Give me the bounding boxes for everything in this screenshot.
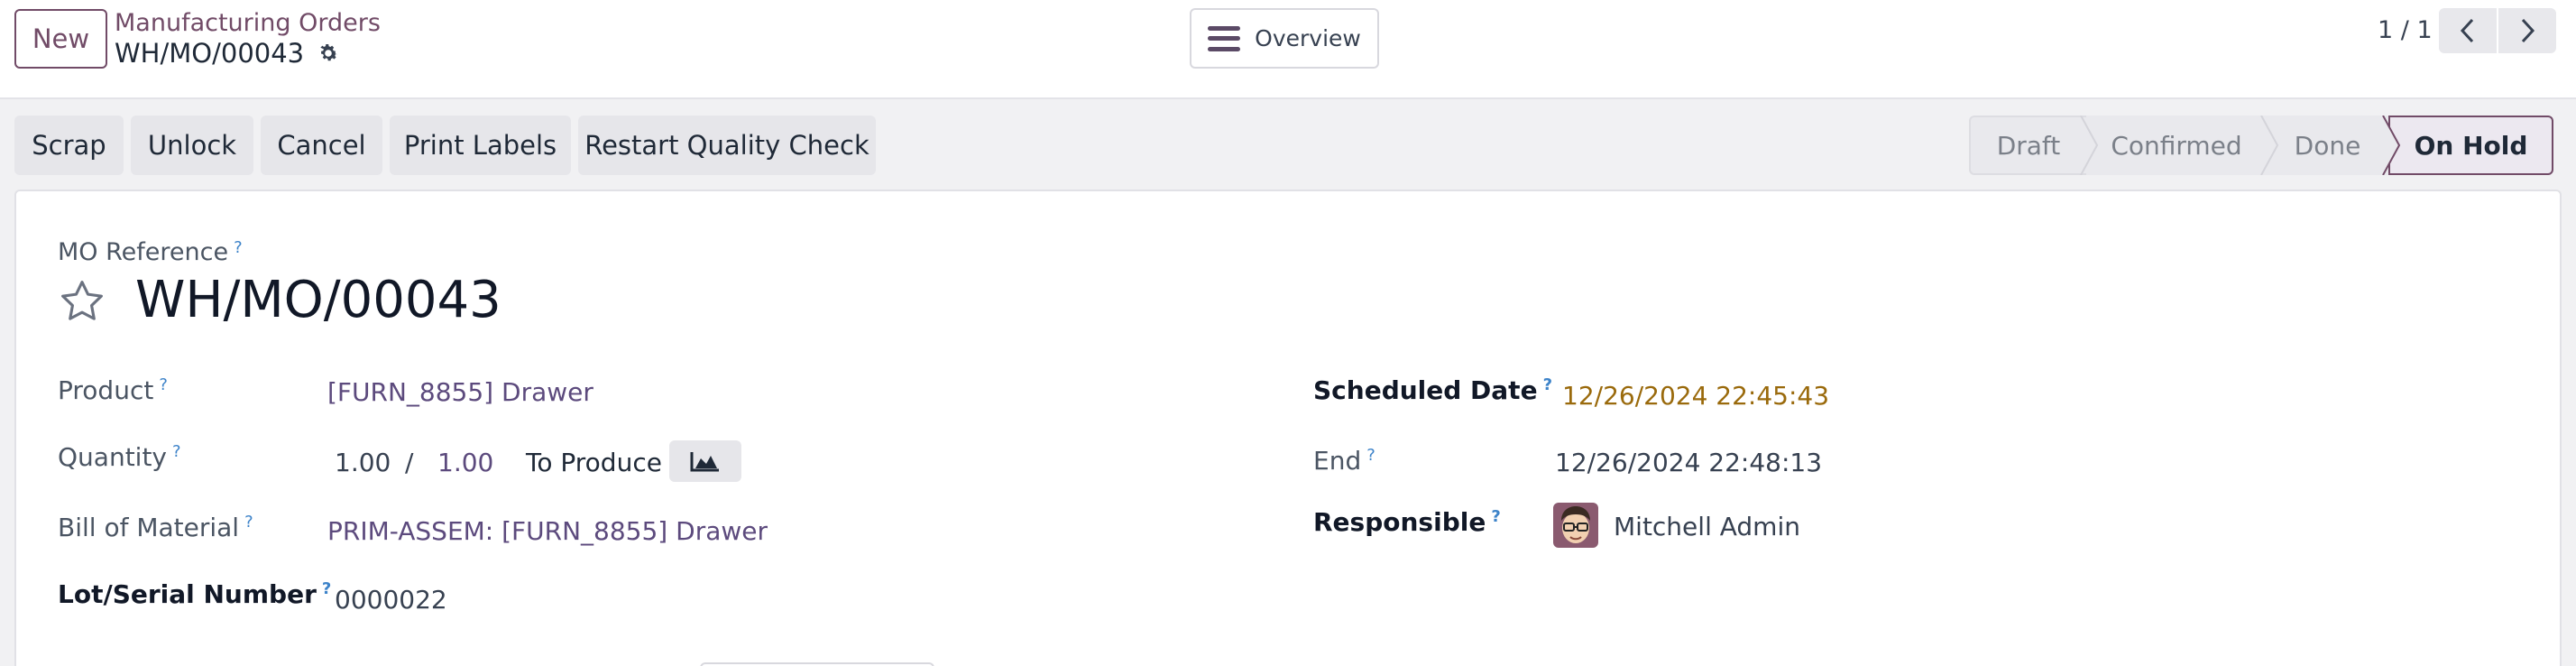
scrap-button[interactable]: Scrap (14, 116, 124, 175)
quantity-label: Quantity? (58, 442, 181, 472)
product-label: Product? (58, 375, 168, 405)
breadcrumb-manufacturing-orders[interactable]: Manufacturing Orders (115, 9, 381, 37)
status-done[interactable]: Done (2267, 116, 2388, 175)
help-icon: ? (172, 442, 181, 461)
pager-previous-button[interactable] (2439, 8, 2497, 53)
lot-serial-field[interactable]: 0000022 (335, 585, 447, 615)
help-icon: ? (244, 513, 253, 532)
overview-label: Overview (1255, 25, 1361, 51)
control-panel: New Manufacturing Orders WH/MO/00043 Ove… (0, 0, 2576, 99)
bom-label: Bill of Material? (58, 513, 253, 542)
help-icon: ? (321, 579, 332, 598)
status-separator (2382, 116, 2401, 175)
status-separator (2260, 116, 2279, 175)
chevron-left-icon (2460, 18, 2474, 43)
status-separator (2080, 116, 2099, 175)
star-icon[interactable] (58, 277, 106, 326)
page-title: WH/MO/00043 (135, 271, 501, 329)
user-avatar-icon (1553, 503, 1598, 548)
help-icon: ? (159, 375, 168, 394)
end-label: End? (1313, 446, 1375, 476)
status-draft[interactable]: Draft (1969, 116, 2086, 175)
bom-field[interactable]: PRIM-ASSEM: [FURN_8855] Drawer (327, 516, 768, 546)
area-chart-icon (690, 452, 719, 472)
help-icon: ? (1542, 375, 1553, 394)
product-field[interactable]: [FURN_8855] Drawer (327, 377, 593, 407)
pager-next-button[interactable] (2498, 8, 2556, 53)
overview-button[interactable]: Overview (1190, 8, 1379, 69)
scheduled-date-field[interactable]: 12/26/2024 22:45:43 (1562, 381, 1829, 411)
help-icon: ? (1491, 507, 1501, 526)
quantity-produced-field[interactable]: 1.00 (335, 448, 391, 477)
quantity-separator: / (405, 448, 414, 477)
forecast-button[interactable] (669, 440, 741, 482)
responsible-field[interactable]: Mitchell Admin (1614, 512, 1800, 541)
print-labels-button[interactable]: Print Labels (390, 116, 571, 175)
new-button[interactable]: New (14, 9, 107, 69)
mo-reference-label: MO Reference? (58, 238, 243, 266)
restart-quality-check-button[interactable]: Restart Quality Check (578, 116, 876, 175)
gear-icon[interactable] (317, 42, 340, 65)
cancel-button[interactable]: Cancel (261, 116, 382, 175)
breadcrumb-current-label: WH/MO/00043 (115, 38, 305, 69)
avatar (1553, 503, 1598, 548)
help-icon: ? (1366, 446, 1375, 465)
end-date-field[interactable]: 12/26/2024 22:48:13 (1555, 448, 1822, 477)
chevron-right-icon (2521, 18, 2535, 43)
lot-serial-label: Lot/Serial Number? (58, 579, 332, 609)
status-confirmed[interactable]: Confirmed (2086, 116, 2267, 175)
partially-visible-button[interactable] (700, 662, 934, 666)
list-icon (1208, 25, 1241, 51)
quantity-total-field[interactable]: 1.00 (437, 448, 493, 477)
pager-value[interactable]: 1 / 1 (2378, 16, 2433, 44)
unlock-button[interactable]: Unlock (131, 116, 253, 175)
help-icon: ? (234, 238, 243, 257)
responsible-label: Responsible? (1313, 507, 1501, 537)
quantity-suffix: To Produce (526, 448, 662, 477)
scheduled-date-label: Scheduled Date? (1313, 375, 1553, 405)
breadcrumb-current: WH/MO/00043 (115, 38, 340, 69)
status-on-hold[interactable]: On Hold (2388, 116, 2553, 175)
